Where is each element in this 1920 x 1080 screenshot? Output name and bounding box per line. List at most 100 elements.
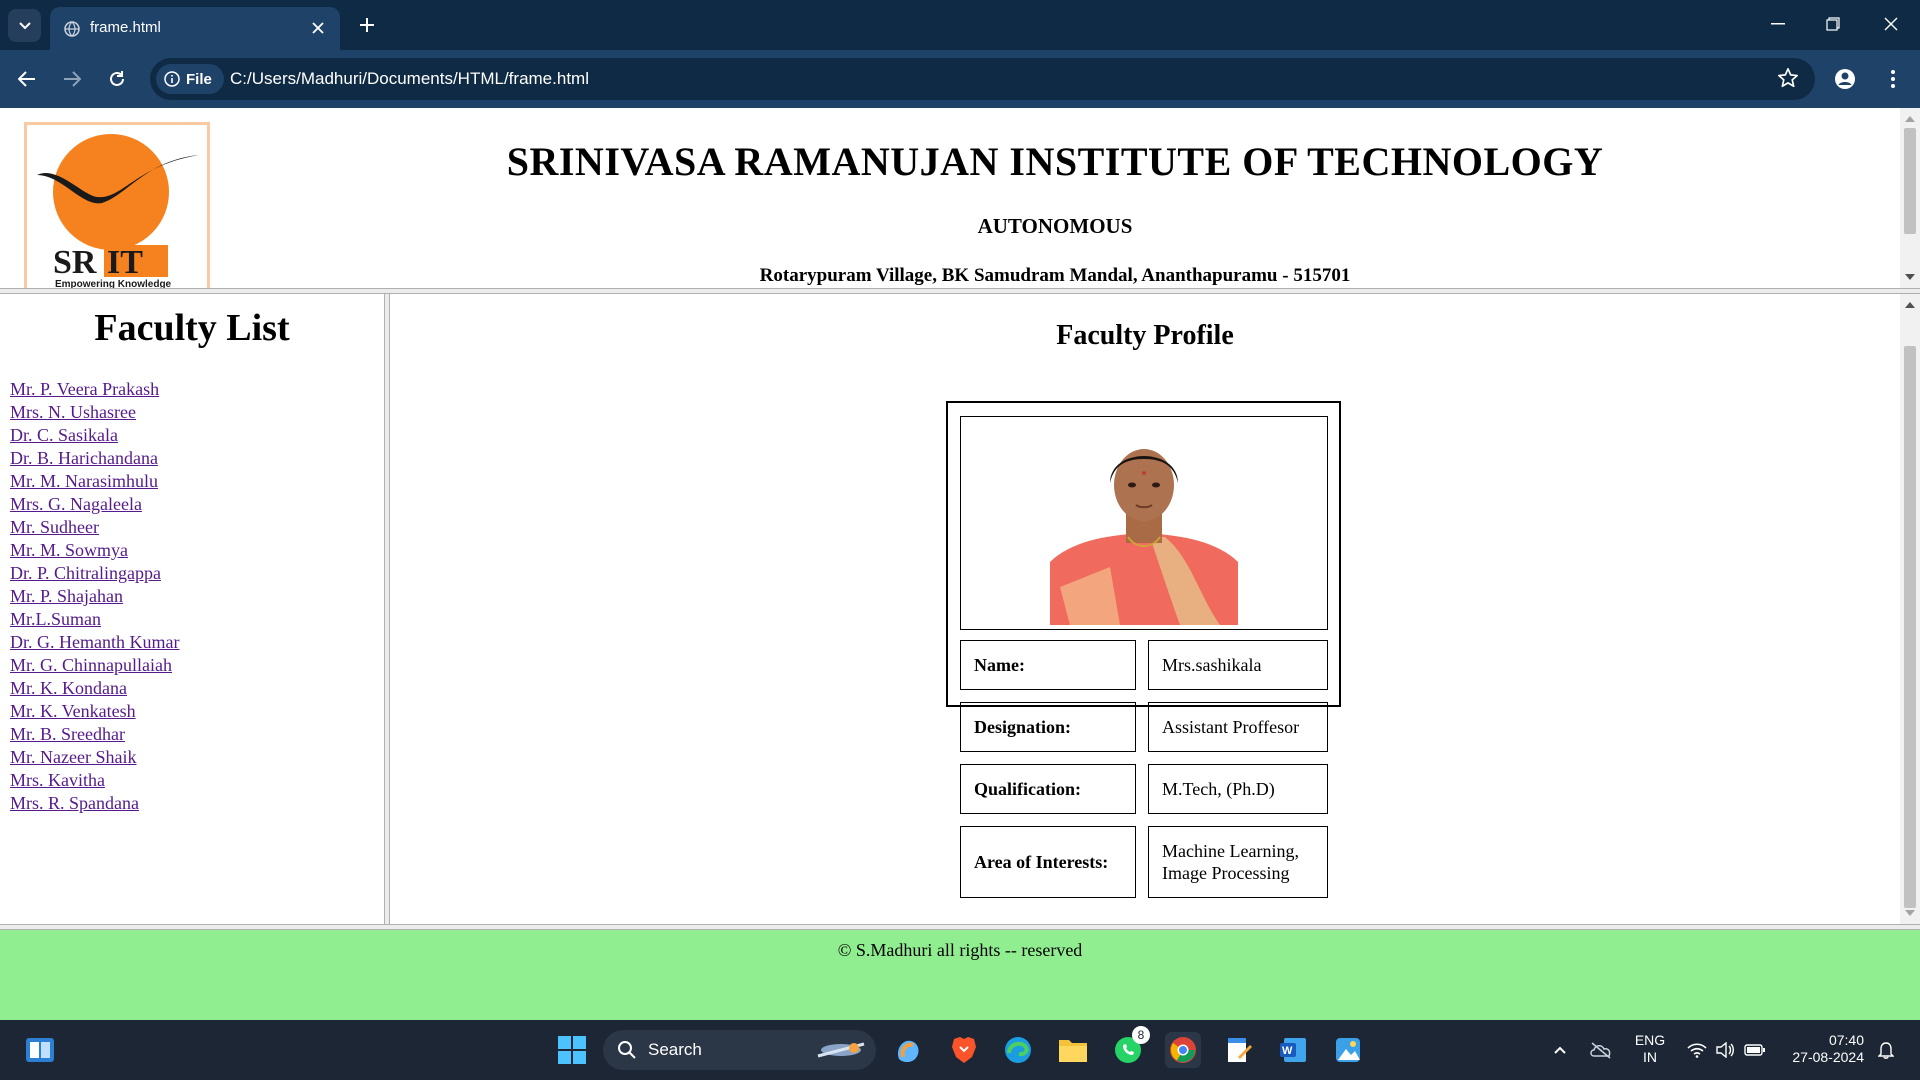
globe-icon	[64, 21, 80, 42]
list-item: Mr. M. Narasimhulu	[10, 470, 179, 493]
edge-browser-icon[interactable]	[1000, 1032, 1036, 1068]
faculty-link[interactable]: Dr. G. Hemanth Kumar	[10, 632, 179, 652]
interests-value-cell: Machine Learning, Image Processing	[1148, 826, 1328, 898]
chrome-browser-icon[interactable]	[1165, 1032, 1201, 1068]
bookmark-star-icon[interactable]	[1777, 67, 1799, 94]
list-item: Mr. Sudheer	[10, 516, 179, 539]
windows-logo-icon	[558, 1036, 586, 1064]
minimize-button[interactable]	[1755, 8, 1801, 40]
faculty-link[interactable]: Mr. G. Chinnapullaiah	[10, 655, 172, 675]
faculty-link[interactable]: Mr.L.Suman	[10, 609, 101, 629]
whatsapp-icon[interactable]: 8	[1110, 1026, 1150, 1068]
faculty-link[interactable]: Mr. B. Sreedhar	[10, 724, 125, 744]
faculty-link[interactable]: Dr. C. Sasikala	[10, 425, 118, 445]
header-frame: SR IT Empowering Knowledge SRINIVASA RAM…	[0, 108, 1920, 288]
scroll-up-arrow-icon[interactable]	[1905, 116, 1915, 122]
back-button[interactable]	[11, 63, 43, 95]
new-tab-button[interactable]	[352, 10, 382, 40]
list-item: Mrs. N. Ushasree	[10, 401, 179, 424]
windows-taskbar: Search 8 W ENG IN 07:40 27-08-2024	[0, 1020, 1920, 1080]
profile-scrollbar[interactable]	[1900, 294, 1920, 924]
footer-frame: © S.Madhuri all rights -- reserved	[0, 930, 1920, 1020]
faculty-link[interactable]: Mr. P. Shajahan	[10, 586, 123, 606]
close-icon	[1884, 17, 1898, 31]
list-item: Dr. C. Sasikala	[10, 424, 179, 447]
language-code: ENG	[1634, 1032, 1666, 1048]
plus-icon	[360, 18, 374, 32]
wifi-icon[interactable]	[1682, 1032, 1712, 1068]
faculty-list-title: Faculty List	[94, 307, 290, 349]
tab-title: frame.html	[90, 19, 161, 36]
clock-date: 27-08-2024	[1792, 1049, 1864, 1065]
restore-icon	[1826, 17, 1840, 31]
name-value-cell: Mrs.sashikala	[1148, 640, 1328, 690]
faculty-photo	[1050, 437, 1238, 625]
scroll-up-arrow-icon[interactable]	[1905, 302, 1915, 308]
qualification-value-cell: M.Tech, (Ph.D)	[1148, 764, 1328, 814]
brave-browser-icon[interactable]	[946, 1032, 982, 1068]
volume-icon[interactable]	[1710, 1032, 1740, 1068]
faculty-profile-frame: Faculty Profile Name: Mrs.sashikala Desi…	[390, 294, 1920, 924]
arrow-left-icon	[18, 71, 35, 87]
photo-cell	[960, 416, 1328, 630]
list-item: Mr. K. Venkatesh	[10, 700, 179, 723]
faculty-link[interactable]: Mr. Sudheer	[10, 517, 99, 537]
notifications-bell-icon[interactable]	[1872, 1032, 1900, 1068]
browser-menu-button[interactable]	[1877, 63, 1909, 95]
faculty-link[interactable]: Mr. M. Narasimhulu	[10, 471, 158, 491]
profile-button[interactable]	[1829, 63, 1861, 95]
url-text[interactable]: C:/Users/Madhuri/Documents/HTML/frame.ht…	[230, 69, 589, 89]
list-item: Mr. P. Veera Prakash	[10, 378, 179, 401]
designation-label-cell: Designation:	[960, 702, 1136, 752]
site-info-chip[interactable]: File	[156, 64, 224, 94]
tab-search-button[interactable]	[8, 9, 41, 42]
header-scrollbar[interactable]	[1900, 108, 1920, 288]
file-explorer-icon[interactable]	[1055, 1032, 1091, 1068]
copilot-icon[interactable]	[890, 1032, 926, 1068]
start-button[interactable]	[554, 1032, 590, 1068]
faculty-link[interactable]: Mr. P. Veera Prakash	[10, 379, 159, 399]
taskbar-search-box[interactable]: Search	[603, 1030, 876, 1070]
faculty-link[interactable]: Dr. B. Harichandana	[10, 448, 158, 468]
faculty-link[interactable]: Mrs. N. Ushasree	[10, 402, 136, 422]
reload-button[interactable]	[101, 63, 133, 95]
profile-scroll-thumb[interactable]	[1904, 346, 1916, 908]
close-tab-icon[interactable]	[306, 16, 330, 40]
faculty-link[interactable]: Mrs. R. Spandana	[10, 793, 139, 813]
minimize-icon	[1771, 23, 1785, 25]
photos-app-icon[interactable]	[1330, 1032, 1366, 1068]
faculty-link[interactable]: Mrs. Kavitha	[10, 770, 105, 790]
institute-address: Rotarypuram Village, BK Samudram Mandal,…	[759, 265, 1351, 286]
copyright-text: © S.Madhuri all rights -- reserved	[837, 940, 1083, 960]
name-label-cell: Name:	[960, 640, 1136, 690]
list-item: Dr. G. Hemanth Kumar	[10, 631, 179, 654]
reload-icon	[110, 71, 124, 86]
header-scroll-thumb[interactable]	[1904, 128, 1916, 234]
more-vertical-icon	[1891, 70, 1895, 88]
browser-tab[interactable]: frame.html	[50, 7, 340, 50]
address-bar[interactable]: File C:/Users/Madhuri/Documents/HTML/fra…	[150, 58, 1815, 100]
faculty-link[interactable]: Mr. K. Venkatesh	[10, 701, 136, 721]
faculty-link[interactable]: Dr. P. Chitralingappa	[10, 563, 161, 583]
faculty-link[interactable]: Mr. M. Sowmya	[10, 540, 128, 560]
list-item: Mr. P. Shajahan	[10, 585, 179, 608]
scroll-down-arrow-icon[interactable]	[1905, 910, 1915, 916]
forward-button[interactable]	[56, 63, 88, 95]
svg-text:W: W	[1282, 1045, 1293, 1057]
word-icon[interactable]: W	[1275, 1032, 1311, 1068]
close-window-button[interactable]	[1868, 8, 1914, 40]
scroll-down-arrow-icon[interactable]	[1905, 274, 1915, 280]
faculty-link[interactable]: Mrs. G. Nagaleela	[10, 494, 142, 514]
faculty-link[interactable]: Mr. Nazeer Shaik	[10, 747, 136, 767]
faculty-link[interactable]: Mr. K. Kondana	[10, 678, 127, 698]
list-item: Mr. Nazeer Shaik	[10, 746, 179, 769]
notepad-icon[interactable]	[1220, 1032, 1256, 1068]
onedrive-offline-icon[interactable]	[1586, 1032, 1616, 1068]
restore-button[interactable]	[1810, 8, 1856, 40]
battery-icon[interactable]	[1740, 1032, 1770, 1068]
language-indicator[interactable]: ENG IN	[1628, 1032, 1672, 1066]
system-clock[interactable]: 07:40 27-08-2024	[1780, 1032, 1864, 1066]
widgets-icon[interactable]	[24, 1034, 56, 1066]
designation-value-cell: Assistant Proffesor	[1148, 702, 1328, 752]
show-hidden-icons-button[interactable]	[1546, 1032, 1574, 1068]
